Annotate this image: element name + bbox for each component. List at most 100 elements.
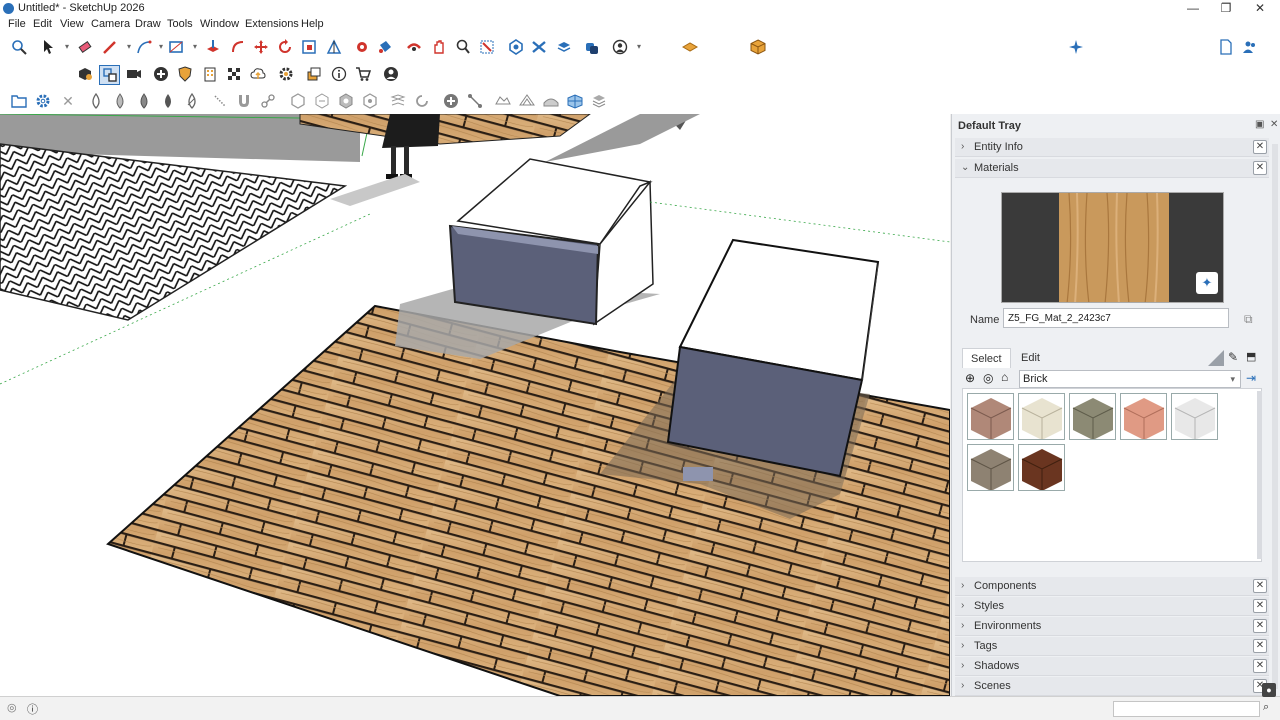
add-material-icon[interactable]: ⊕ (965, 371, 975, 385)
select-dropdown-icon[interactable]: ▾ (58, 38, 76, 56)
add-circle-icon[interactable] (152, 65, 170, 83)
component-options-icon[interactable] (99, 65, 120, 85)
minimize-button[interactable]: — (1176, 0, 1210, 17)
scale-tool-icon[interactable] (300, 38, 318, 56)
building-icon[interactable] (201, 65, 219, 83)
water-drop-gray-icon[interactable] (135, 92, 153, 110)
model-info-icon[interactable] (330, 65, 348, 83)
tray-close-icon[interactable]: ✕ (1270, 119, 1278, 130)
model-viewport[interactable] (0, 114, 950, 696)
ai-material-button[interactable]: ✦ (1196, 272, 1218, 294)
measurements-input[interactable] (1113, 701, 1260, 717)
offset-tool-icon[interactable] (325, 38, 343, 56)
tray-section-components[interactable]: › Components ✕ (955, 577, 1269, 596)
maximize-button[interactable]: ❐ (1209, 0, 1243, 17)
search-icon[interactable]: ⌕ (1263, 701, 1269, 714)
close-x-icon[interactable]: ✕ (59, 92, 77, 110)
account-dropdown-icon[interactable]: ▾ (630, 38, 648, 56)
terrain-mesh-icon[interactable] (566, 92, 584, 110)
close-section-icon[interactable]: ✕ (1253, 579, 1267, 593)
instructor-info-icon[interactable]: ⓘ (27, 701, 38, 717)
tray-section-entity-info[interactable]: › Entity Info ✕ (955, 138, 1269, 157)
close-section-icon[interactable]: ✕ (1253, 161, 1267, 175)
new-document-icon[interactable] (1217, 38, 1235, 56)
menu-file[interactable]: File (8, 18, 26, 30)
line-segment-icon[interactable] (466, 92, 484, 110)
eraser-icon[interactable] (76, 38, 94, 56)
tray-scrollbar[interactable] (1272, 144, 1278, 689)
model-settings-gear-icon[interactable] (277, 65, 295, 83)
swatch-scrollbar[interactable] (1257, 391, 1262, 559)
move-tool-icon[interactable] (252, 38, 270, 56)
close-section-icon[interactable]: ✕ (1253, 599, 1267, 613)
cloud-upload-icon[interactable] (249, 65, 267, 83)
terrain-stamp-icon[interactable] (518, 92, 536, 110)
menu-tools[interactable]: Tools (167, 18, 193, 30)
material-swatch[interactable] (1018, 393, 1065, 440)
menu-window[interactable]: Window (200, 18, 239, 30)
terrain-layers-icon[interactable] (590, 92, 608, 110)
water-drop-filled-icon[interactable] (159, 92, 177, 110)
microphone-icon[interactable]: ● (1262, 683, 1276, 697)
water-drop-outline-icon[interactable] (87, 92, 105, 110)
material-swatch[interactable] (1018, 444, 1065, 491)
follow-me-icon[interactable] (229, 38, 247, 56)
menu-camera[interactable]: Camera (91, 18, 130, 30)
close-section-icon[interactable]: ✕ (1253, 619, 1267, 633)
menu-extensions[interactable]: Extensions (245, 18, 299, 30)
zoom-extents-icon[interactable] (10, 38, 28, 56)
menu-help[interactable]: Help (301, 18, 324, 30)
home-icon[interactable]: ⌂ (1001, 370, 1008, 384)
select-tool-icon[interactable] (39, 38, 57, 56)
magnet-icon[interactable] (235, 92, 253, 110)
zoom-tool-icon[interactable] (454, 38, 472, 56)
water-drop-striped-icon[interactable] (183, 92, 201, 110)
solid-union-icon[interactable] (313, 92, 331, 110)
settings-gear-icon[interactable] (34, 92, 52, 110)
rectangle-dropdown-icon[interactable]: ▾ (186, 38, 204, 56)
menu-draw[interactable]: Draw (135, 18, 161, 30)
tab-select[interactable]: Select (962, 348, 1011, 368)
tray-section-tags[interactable]: › Tags ✕ (955, 637, 1269, 656)
create-material-icon[interactable]: ⬒ (1246, 350, 1256, 363)
pencil-icon[interactable] (101, 38, 119, 56)
terrain-drape-icon[interactable] (542, 92, 560, 110)
material-swatch[interactable] (967, 393, 1014, 440)
close-section-icon[interactable]: ✕ (1253, 659, 1267, 673)
tab-edit[interactable]: Edit (1013, 348, 1048, 368)
material-name-input[interactable] (1003, 308, 1229, 328)
folder-icon[interactable] (10, 92, 28, 110)
water-drop-half-icon[interactable] (111, 92, 129, 110)
material-swatch[interactable] (1171, 393, 1218, 440)
account-icon[interactable] (611, 38, 629, 56)
tape-measure-icon[interactable] (353, 38, 371, 56)
rotate-cycle-icon[interactable] (413, 92, 431, 110)
user-profile-icon[interactable] (382, 65, 400, 83)
rotate-tool-icon[interactable] (276, 38, 294, 56)
checker-pattern-icon[interactable] (225, 65, 243, 83)
solid-subtract-icon[interactable] (337, 92, 355, 110)
sandbox-grid-icon[interactable] (389, 92, 407, 110)
tray-section-environments[interactable]: › Environments ✕ (955, 617, 1269, 636)
display-secondary-icon[interactable] (1208, 350, 1224, 366)
shopping-cart-icon[interactable] (354, 65, 372, 83)
library-select[interactable]: Brick ▾ (1019, 370, 1241, 388)
3d-warehouse-icon[interactable] (507, 38, 525, 56)
close-button[interactable]: ✕ (1243, 0, 1277, 17)
eyedropper-icon[interactable]: ✎ (1228, 350, 1238, 364)
material-swatch[interactable] (1120, 393, 1167, 440)
collaborators-icon[interactable] (1241, 38, 1259, 56)
arc-tool-icon[interactable] (135, 38, 153, 56)
terrain-smoove-icon[interactable] (494, 92, 512, 110)
section-plane-icon[interactable] (681, 38, 699, 56)
push-pull-icon[interactable] (204, 38, 222, 56)
tray-section-styles[interactable]: › Styles ✕ (955, 597, 1269, 616)
material-swatch[interactable] (1069, 393, 1116, 440)
orbit-tool-icon[interactable] (405, 38, 423, 56)
3d-warehouse-models-icon[interactable] (76, 65, 94, 83)
solid-hex-outline-icon[interactable] (289, 92, 307, 110)
zoom-window-icon[interactable] (478, 38, 496, 56)
menu-view[interactable]: View (60, 18, 84, 30)
duplicate-material-icon[interactable]: ⧉ (1244, 312, 1253, 327)
menu-edit[interactable]: Edit (33, 18, 52, 30)
